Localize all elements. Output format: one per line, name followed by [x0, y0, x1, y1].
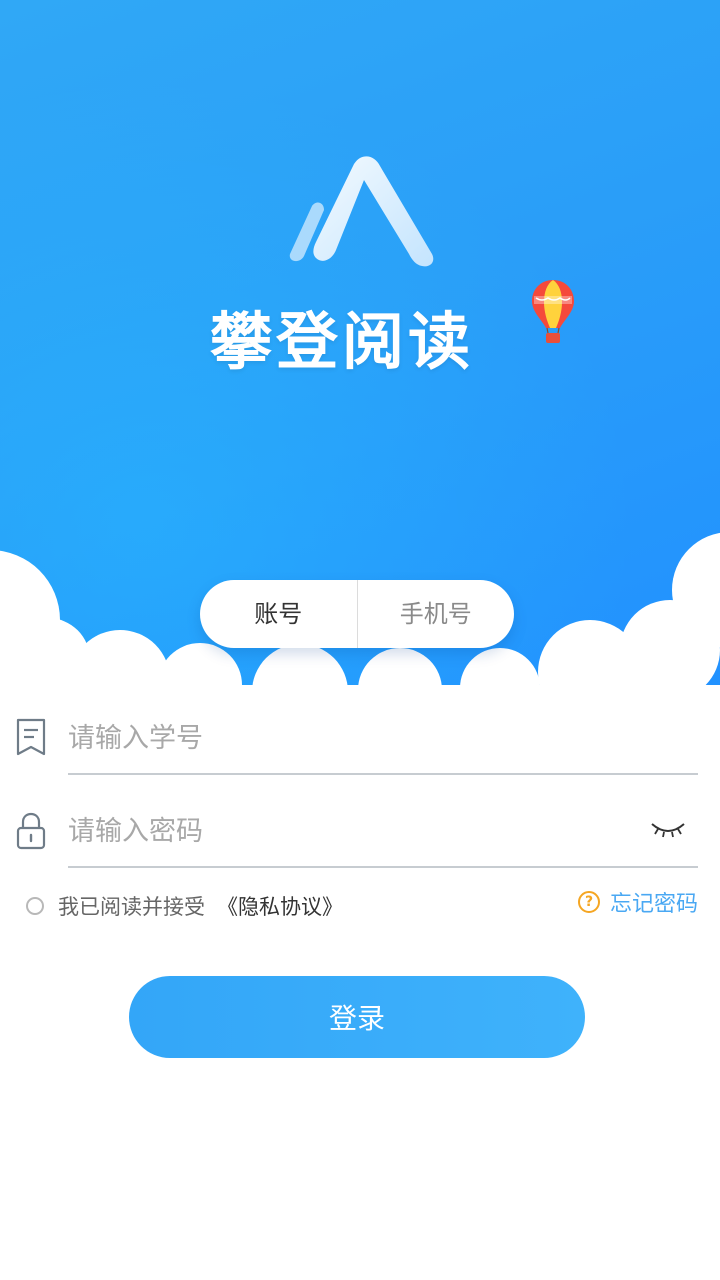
forgot-password-label: 忘记密码 — [610, 892, 699, 917]
agreement-checkbox[interactable] — [26, 897, 44, 915]
login-button[interactable]: 登录 — [129, 976, 585, 1058]
hot-air-balloon-icon — [532, 280, 574, 343]
student-id-underline — [68, 773, 698, 775]
agreement-text: 我已阅读并接受 — [58, 895, 205, 919]
eye-closed-icon[interactable] — [650, 818, 686, 840]
student-id-row — [0, 700, 720, 790]
login-method-tabs: 账号 手机号 — [200, 580, 514, 648]
login-screen: 攀登阅读 账号 手机号 请输入学号 我已阅读并接受 《隐私协议》 ? 忘记密码 … — [0, 0, 720, 1280]
question-circle-icon: ? — [578, 891, 600, 913]
password-underline — [68, 866, 698, 868]
student-id-input[interactable] — [68, 708, 628, 768]
tab-phone[interactable]: 手机号 — [358, 580, 515, 648]
app-logo-icon — [289, 156, 434, 267]
password-input[interactable] — [68, 801, 628, 861]
lock-icon — [16, 812, 46, 850]
password-row — [0, 795, 720, 885]
tab-account[interactable]: 账号 — [200, 580, 357, 648]
privacy-policy-link[interactable]: 《隐私协议》 — [217, 891, 343, 921]
forgot-password-link[interactable]: ? 忘记密码 — [578, 884, 698, 920]
id-card-icon — [16, 718, 46, 756]
agreement-row: 我已阅读并接受 《隐私协议》 — [26, 888, 343, 924]
app-name: 攀登阅读 — [210, 305, 475, 378]
